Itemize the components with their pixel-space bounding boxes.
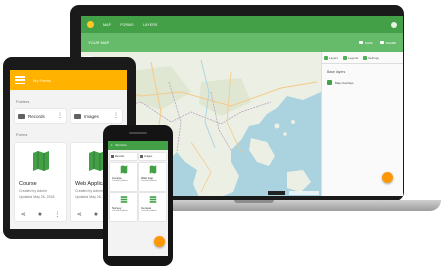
- share-icon[interactable]: ⋖: [77, 211, 82, 218]
- kebab-icon[interactable]: ⋮: [57, 113, 63, 119]
- menu-map[interactable]: MAP: [103, 23, 111, 27]
- layers-icon: [324, 55, 328, 60]
- folder-card[interactable]: Images ⋮: [71, 109, 122, 123]
- kebab-icon[interactable]: ⋮: [54, 211, 60, 218]
- tab-layers[interactable]: Layers: [324, 55, 338, 60]
- folder-icon: [111, 155, 114, 158]
- menu-layers[interactable]: LAYERS: [143, 23, 158, 27]
- kebab-icon[interactable]: ⋮: [113, 113, 119, 119]
- folder-icon: [74, 113, 81, 119]
- form-card[interactable]: Census Created by Admin: [139, 193, 166, 221]
- panel-tabs: Layers Legend Settings: [322, 52, 403, 64]
- folder-label: Records: [28, 113, 45, 119]
- share-icon[interactable]: ⋖: [21, 211, 26, 218]
- app-logo-icon[interactable]: [87, 21, 94, 28]
- legend-icon: [343, 55, 348, 60]
- add-button[interactable]: [382, 172, 393, 183]
- folder-icon: [18, 113, 25, 119]
- folder-row: Records ⋮ Images ⋮: [10, 104, 127, 123]
- map-icon: [120, 165, 127, 174]
- map-scale-bar: [268, 191, 285, 195]
- map-title-bar: YOUR MAP SAVE SHARE: [81, 33, 403, 52]
- save-button[interactable]: SAVE: [358, 41, 373, 45]
- laptop-top-bar: MAP FORMS LAYERS: [81, 16, 403, 33]
- form-title: Course: [19, 181, 37, 187]
- phone-form-grid: Course Created by Admin Web App Created …: [108, 160, 168, 221]
- laptop-notch: [234, 200, 274, 203]
- star-icon[interactable]: ★: [37, 211, 42, 218]
- tablet-app-title: My Forms: [33, 77, 51, 83]
- form-owner: Created by Admin: [141, 210, 157, 212]
- panel-section-label: Base layers: [327, 70, 346, 74]
- form-card[interactable]: Survey Created by Admin: [110, 193, 137, 221]
- map-attribution: [289, 191, 319, 195]
- folder-card[interactable]: Records: [110, 153, 137, 160]
- phone-app-title: My Forms: [115, 144, 127, 147]
- tab-legend[interactable]: Legend: [343, 55, 358, 60]
- user-icon[interactable]: [391, 21, 397, 28]
- menu-forms[interactable]: FORMS: [120, 23, 134, 27]
- form-owner: Created by Admin: [141, 180, 157, 182]
- list-icon: [120, 196, 127, 203]
- map-title: YOUR MAP: [88, 40, 110, 45]
- folder-card[interactable]: Records ⋮: [15, 109, 66, 123]
- phone-app-bar: ≡ My Forms: [108, 141, 168, 150]
- share-button[interactable]: SHARE: [379, 41, 396, 45]
- hamburger-icon[interactable]: ≡: [111, 144, 112, 147]
- form-owner: Created by Admin: [112, 210, 128, 212]
- checkbox-checked-icon[interactable]: [327, 80, 332, 85]
- form-card[interactable]: Course Created by Admin: [110, 163, 137, 191]
- layer-checkbox-label: Map Overlays: [335, 80, 354, 85]
- folder-label: Images: [144, 155, 153, 158]
- form-owner: Created by Admin: [112, 180, 128, 182]
- folder-icon: [140, 155, 143, 158]
- share-icon: [379, 41, 384, 44]
- form-card[interactable]: Web App Created by Admin: [139, 163, 166, 191]
- form-owner: Created by Admin: [19, 189, 47, 193]
- folder-card[interactable]: Images: [139, 153, 166, 160]
- hamburger-icon[interactable]: [15, 76, 25, 84]
- folder-label: Records: [115, 155, 125, 158]
- settings-icon: [363, 55, 368, 60]
- form-card[interactable]: Course Created by Admin Updated May 26, …: [15, 143, 66, 221]
- add-button[interactable]: [154, 236, 165, 247]
- save-icon: [358, 41, 363, 44]
- tab-settings[interactable]: Settings: [363, 55, 379, 60]
- phone-speaker: [129, 132, 147, 134]
- tablet-app-bar: My Forms: [10, 70, 127, 90]
- form-updated: Updated May 26, 2018: [19, 195, 55, 199]
- phone-folder-row: Records Images: [108, 150, 168, 160]
- folder-label: Images: [84, 113, 99, 119]
- layer-checkbox[interactable]: Map Overlays: [327, 80, 403, 85]
- list-icon: [149, 196, 156, 203]
- map-icon: [149, 165, 156, 174]
- map-icon: [32, 151, 49, 171]
- star-icon[interactable]: ★: [93, 211, 98, 218]
